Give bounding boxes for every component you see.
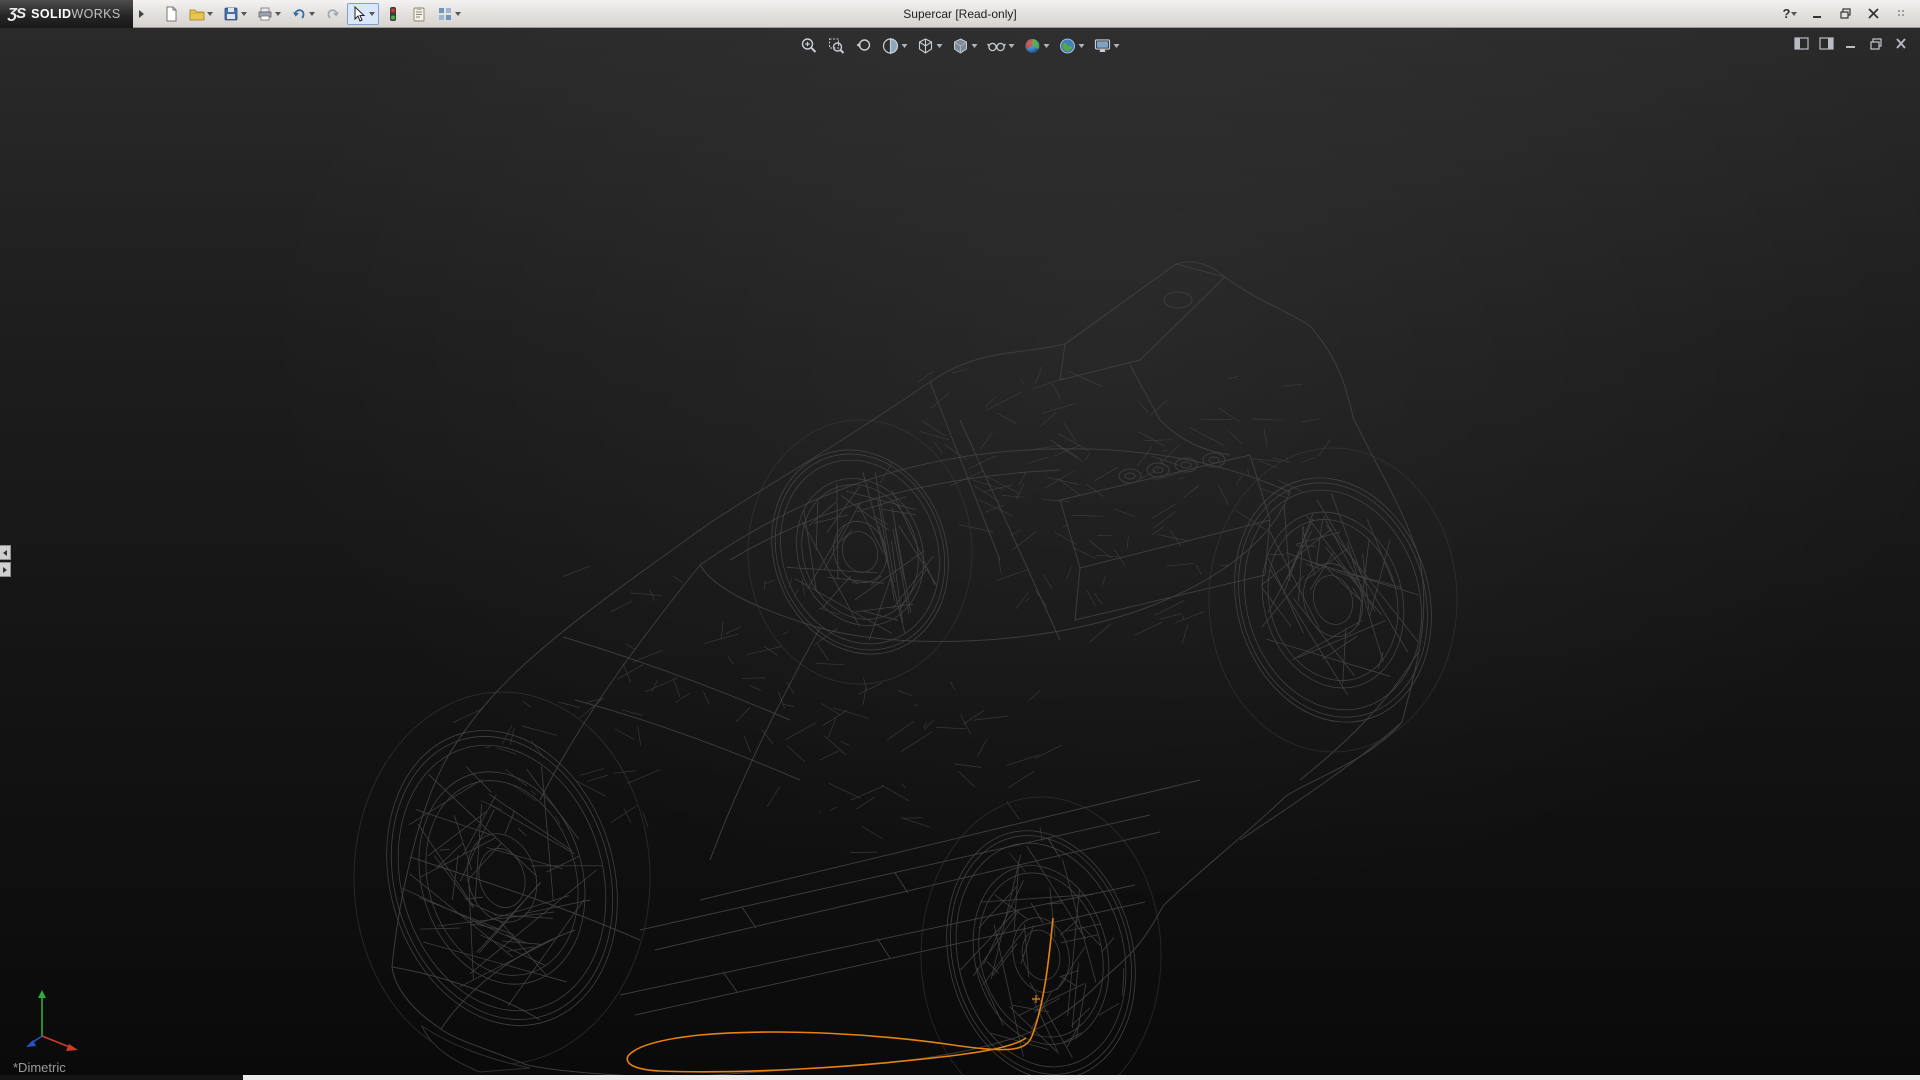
display-style-icon (952, 37, 970, 55)
grip-dots-icon (1897, 9, 1907, 19)
restore-icon (1869, 37, 1883, 50)
undo-button[interactable] (287, 3, 319, 25)
rebuild-icon (385, 6, 401, 22)
redo-button[interactable] (321, 3, 345, 25)
select-button[interactable] (347, 3, 379, 25)
minimize-icon (1812, 8, 1824, 19)
document-window-controls (1792, 35, 1910, 51)
close-window-button[interactable] (1862, 4, 1886, 24)
brand-text-bold: SOLID (31, 7, 71, 21)
zoom-to-area-icon (828, 37, 846, 55)
section-view-button[interactable] (879, 34, 911, 58)
chevron-right-icon (3, 567, 7, 573)
pane-right-button[interactable] (1817, 35, 1835, 51)
status-bar-dark-segment (0, 1075, 243, 1080)
redo-arrow-icon (325, 6, 341, 22)
panel-expand-button[interactable] (0, 562, 11, 577)
printer-icon (257, 6, 273, 22)
view-settings-dropdown[interactable] (1114, 44, 1120, 48)
previous-view-icon (855, 37, 873, 55)
panel-collapse-button[interactable] (0, 545, 11, 560)
help-dropdown[interactable] (1791, 12, 1797, 16)
title-bar: ƷS SOLIDWORKS (0, 0, 1920, 28)
edit-appearance-button[interactable] (1021, 34, 1053, 58)
menu-expand-button[interactable] (135, 5, 149, 23)
open-folder-icon (189, 6, 205, 22)
section-view-icon (882, 37, 900, 55)
undo-dropdown[interactable] (309, 12, 315, 16)
help-button[interactable]: ? (1778, 4, 1802, 24)
previous-view-button[interactable] (852, 34, 876, 58)
heads-up-view-toolbar (798, 34, 1123, 58)
zoom-to-fit-icon (801, 37, 819, 55)
save-disk-icon (223, 6, 239, 22)
edit-appearance-icon (1024, 37, 1042, 55)
view-orientation-label: *Dimetric (13, 1060, 66, 1075)
apply-scene-dropdown[interactable] (1079, 44, 1085, 48)
display-style-dropdown[interactable] (972, 44, 978, 48)
apply-scene-icon (1059, 37, 1077, 55)
feature-manager-flyout (0, 545, 11, 577)
section-view-dropdown[interactable] (902, 44, 908, 48)
display-style-button[interactable] (949, 34, 981, 58)
select-dropdown[interactable] (369, 12, 375, 16)
new-document-button[interactable] (159, 3, 183, 25)
wireframe-car-model (0, 0, 1920, 1080)
viewport-vignette (0, 28, 1920, 1080)
rebuild-button[interactable] (381, 3, 405, 25)
doc-minimize-button[interactable] (1842, 35, 1860, 51)
print-dropdown[interactable] (275, 12, 281, 16)
chevron-right-icon (139, 10, 144, 18)
brand-text-light: WORKS (71, 7, 120, 21)
view-orientation-dropdown[interactable] (937, 44, 943, 48)
edit-appearance-dropdown[interactable] (1044, 44, 1050, 48)
minimize-window-button[interactable] (1806, 4, 1830, 24)
open-button[interactable] (185, 3, 217, 25)
minimize-icon (1844, 37, 1858, 50)
selected-edge-highlight (627, 918, 1053, 1072)
doc-close-button[interactable] (1892, 35, 1910, 51)
hide-show-items-icon (987, 37, 1007, 55)
close-icon (1868, 8, 1880, 19)
view-settings-button[interactable] (1091, 34, 1123, 58)
view-orientation-button[interactable] (914, 34, 946, 58)
doc-restore-button[interactable] (1867, 35, 1885, 51)
solidworks-logo: ƷS SOLIDWORKS (0, 0, 133, 28)
select-cursor-icon (351, 6, 367, 22)
status-bar-strip (0, 1075, 1920, 1080)
view-settings-icon (1094, 37, 1112, 55)
open-dropdown[interactable] (207, 12, 213, 16)
pane-left-button[interactable] (1792, 35, 1810, 51)
options-dropdown[interactable] (455, 12, 461, 16)
zoom-to-area-button[interactable] (825, 34, 849, 58)
file-properties-button[interactable] (407, 3, 431, 25)
file-properties-icon (411, 6, 427, 22)
graphics-area[interactable]: *Dimetric (0, 28, 1920, 1080)
view-orientation-icon (917, 37, 935, 55)
pane-left-icon (1794, 37, 1809, 50)
help-icon: ? (1783, 6, 1791, 21)
corner-grip (1890, 4, 1914, 24)
save-button[interactable] (219, 3, 251, 25)
hide-show-items-dropdown[interactable] (1009, 44, 1015, 48)
reference-triad (18, 984, 96, 1056)
close-icon (1894, 37, 1908, 50)
restore-icon (1840, 8, 1852, 19)
print-button[interactable] (253, 3, 285, 25)
window-controls: ? (1778, 4, 1920, 24)
main-toolbar (159, 3, 465, 25)
apply-scene-button[interactable] (1056, 34, 1088, 58)
pane-right-icon (1819, 37, 1834, 50)
hide-show-items-button[interactable] (984, 34, 1018, 58)
zoom-to-fit-button[interactable] (798, 34, 822, 58)
options-grid-icon (437, 6, 453, 22)
save-dropdown[interactable] (241, 12, 247, 16)
new-document-icon (163, 6, 179, 22)
chevron-left-icon (3, 550, 7, 556)
undo-arrow-icon (291, 6, 307, 22)
restore-window-button[interactable] (1834, 4, 1858, 24)
application-window: *Dimetric ƷS SOLIDWORKS (0, 0, 1920, 1080)
solidworks-logo-mark: ƷS (8, 5, 25, 22)
options-button[interactable] (433, 3, 465, 25)
